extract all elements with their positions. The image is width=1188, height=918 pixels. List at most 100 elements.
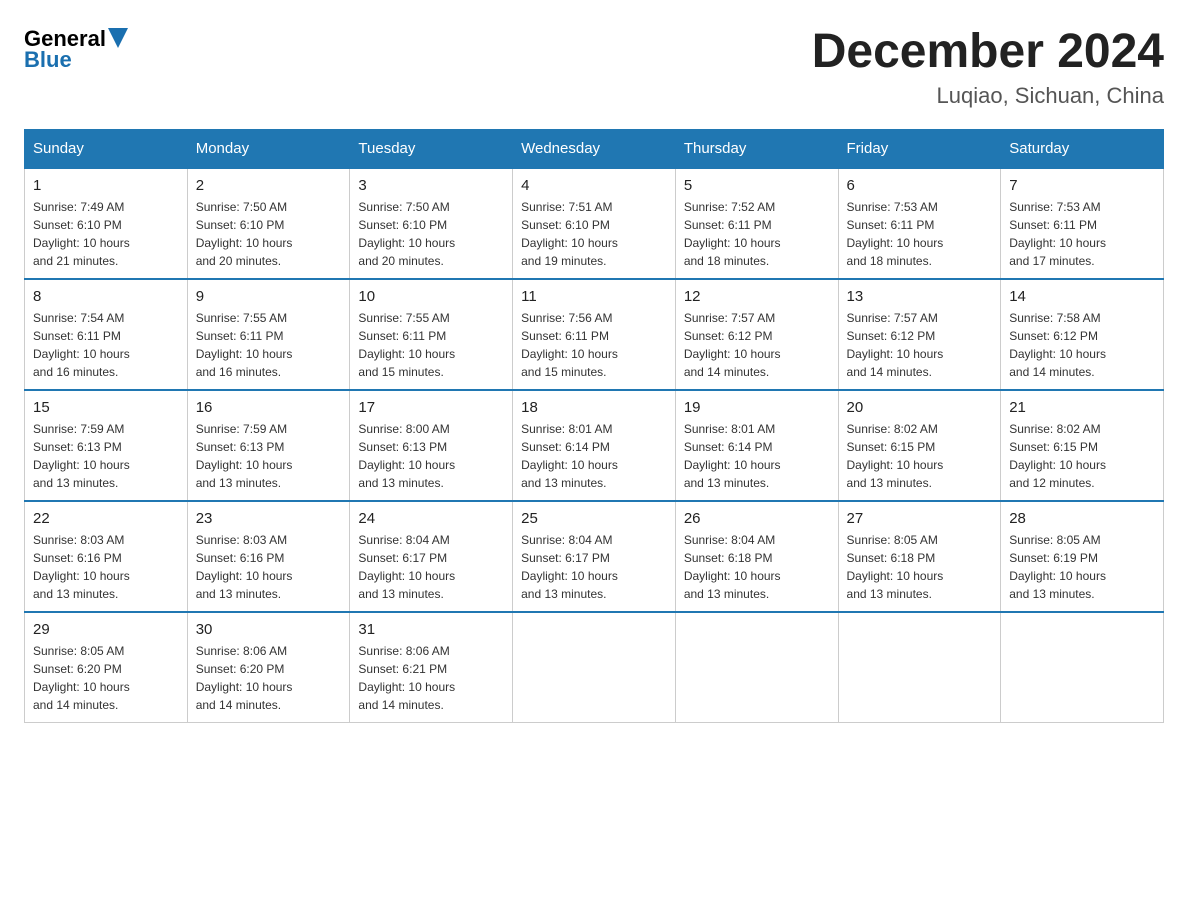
week-row-4: 22 Sunrise: 8:03 AM Sunset: 6:16 PM Dayl…: [25, 501, 1164, 612]
calendar-cell: 27 Sunrise: 8:05 AM Sunset: 6:18 PM Dayl…: [838, 501, 1001, 612]
day-number: 13: [847, 288, 993, 305]
day-info: Sunrise: 7:55 AM Sunset: 6:11 PM Dayligh…: [196, 309, 342, 381]
calendar-cell: [675, 612, 838, 723]
logo-blue: Blue: [24, 47, 72, 73]
day-info: Sunrise: 8:05 AM Sunset: 6:19 PM Dayligh…: [1009, 531, 1155, 603]
calendar-cell: 16 Sunrise: 7:59 AM Sunset: 6:13 PM Dayl…: [187, 390, 350, 501]
calendar-cell: 8 Sunrise: 7:54 AM Sunset: 6:11 PM Dayli…: [25, 279, 188, 390]
calendar-cell: 22 Sunrise: 8:03 AM Sunset: 6:16 PM Dayl…: [25, 501, 188, 612]
week-row-2: 8 Sunrise: 7:54 AM Sunset: 6:11 PM Dayli…: [25, 279, 1164, 390]
calendar-cell: 25 Sunrise: 8:04 AM Sunset: 6:17 PM Dayl…: [513, 501, 676, 612]
calendar-cell: 2 Sunrise: 7:50 AM Sunset: 6:10 PM Dayli…: [187, 168, 350, 279]
day-info: Sunrise: 8:03 AM Sunset: 6:16 PM Dayligh…: [196, 531, 342, 603]
calendar-cell: [513, 612, 676, 723]
calendar-cell: 4 Sunrise: 7:51 AM Sunset: 6:10 PM Dayli…: [513, 168, 676, 279]
week-row-1: 1 Sunrise: 7:49 AM Sunset: 6:10 PM Dayli…: [25, 168, 1164, 279]
day-number: 5: [684, 177, 830, 194]
day-number: 31: [358, 621, 504, 638]
calendar-cell: 3 Sunrise: 7:50 AM Sunset: 6:10 PM Dayli…: [350, 168, 513, 279]
day-number: 23: [196, 510, 342, 527]
day-number: 26: [684, 510, 830, 527]
day-info: Sunrise: 8:05 AM Sunset: 6:20 PM Dayligh…: [33, 642, 179, 714]
calendar-cell: [838, 612, 1001, 723]
day-info: Sunrise: 7:56 AM Sunset: 6:11 PM Dayligh…: [521, 309, 667, 381]
day-info: Sunrise: 8:01 AM Sunset: 6:14 PM Dayligh…: [521, 420, 667, 492]
column-header-wednesday: Wednesday: [513, 130, 676, 169]
week-row-3: 15 Sunrise: 7:59 AM Sunset: 6:13 PM Dayl…: [25, 390, 1164, 501]
calendar-cell: 20 Sunrise: 8:02 AM Sunset: 6:15 PM Dayl…: [838, 390, 1001, 501]
calendar-cell: 15 Sunrise: 7:59 AM Sunset: 6:13 PM Dayl…: [25, 390, 188, 501]
day-info: Sunrise: 7:53 AM Sunset: 6:11 PM Dayligh…: [847, 198, 993, 270]
column-header-sunday: Sunday: [25, 130, 188, 169]
day-number: 28: [1009, 510, 1155, 527]
day-info: Sunrise: 7:55 AM Sunset: 6:11 PM Dayligh…: [358, 309, 504, 381]
calendar-cell: 6 Sunrise: 7:53 AM Sunset: 6:11 PM Dayli…: [838, 168, 1001, 279]
day-info: Sunrise: 8:04 AM Sunset: 6:17 PM Dayligh…: [358, 531, 504, 603]
day-number: 3: [358, 177, 504, 194]
calendar-cell: 5 Sunrise: 7:52 AM Sunset: 6:11 PM Dayli…: [675, 168, 838, 279]
day-info: Sunrise: 7:50 AM Sunset: 6:10 PM Dayligh…: [196, 198, 342, 270]
day-number: 15: [33, 399, 179, 416]
day-number: 4: [521, 177, 667, 194]
day-number: 2: [196, 177, 342, 194]
column-header-saturday: Saturday: [1001, 130, 1164, 169]
day-number: 22: [33, 510, 179, 527]
calendar-cell: 12 Sunrise: 7:57 AM Sunset: 6:12 PM Dayl…: [675, 279, 838, 390]
day-number: 19: [684, 399, 830, 416]
day-number: 11: [521, 288, 667, 305]
title-block: December 2024 Luqiao, Sichuan, China: [812, 24, 1164, 109]
day-info: Sunrise: 7:54 AM Sunset: 6:11 PM Dayligh…: [33, 309, 179, 381]
calendar-cell: 18 Sunrise: 8:01 AM Sunset: 6:14 PM Dayl…: [513, 390, 676, 501]
column-header-friday: Friday: [838, 130, 1001, 169]
day-number: 24: [358, 510, 504, 527]
day-info: Sunrise: 7:49 AM Sunset: 6:10 PM Dayligh…: [33, 198, 179, 270]
day-info: Sunrise: 7:50 AM Sunset: 6:10 PM Dayligh…: [358, 198, 504, 270]
calendar-cell: 29 Sunrise: 8:05 AM Sunset: 6:20 PM Dayl…: [25, 612, 188, 723]
day-info: Sunrise: 7:58 AM Sunset: 6:12 PM Dayligh…: [1009, 309, 1155, 381]
calendar-cell: 1 Sunrise: 7:49 AM Sunset: 6:10 PM Dayli…: [25, 168, 188, 279]
day-info: Sunrise: 8:06 AM Sunset: 6:21 PM Dayligh…: [358, 642, 504, 714]
week-row-5: 29 Sunrise: 8:05 AM Sunset: 6:20 PM Dayl…: [25, 612, 1164, 723]
calendar-cell: 13 Sunrise: 7:57 AM Sunset: 6:12 PM Dayl…: [838, 279, 1001, 390]
day-info: Sunrise: 8:00 AM Sunset: 6:13 PM Dayligh…: [358, 420, 504, 492]
day-info: Sunrise: 7:57 AM Sunset: 6:12 PM Dayligh…: [847, 309, 993, 381]
calendar-cell: 7 Sunrise: 7:53 AM Sunset: 6:11 PM Dayli…: [1001, 168, 1164, 279]
calendar-cell: 11 Sunrise: 7:56 AM Sunset: 6:11 PM Dayl…: [513, 279, 676, 390]
day-number: 20: [847, 399, 993, 416]
day-info: Sunrise: 7:57 AM Sunset: 6:12 PM Dayligh…: [684, 309, 830, 381]
day-info: Sunrise: 7:53 AM Sunset: 6:11 PM Dayligh…: [1009, 198, 1155, 270]
day-number: 30: [196, 621, 342, 638]
calendar-cell: [1001, 612, 1164, 723]
day-number: 8: [33, 288, 179, 305]
day-number: 7: [1009, 177, 1155, 194]
calendar-cell: 30 Sunrise: 8:06 AM Sunset: 6:20 PM Dayl…: [187, 612, 350, 723]
day-info: Sunrise: 8:05 AM Sunset: 6:18 PM Dayligh…: [847, 531, 993, 603]
calendar-table: SundayMondayTuesdayWednesdayThursdayFrid…: [24, 129, 1164, 723]
calendar-cell: 24 Sunrise: 8:04 AM Sunset: 6:17 PM Dayl…: [350, 501, 513, 612]
day-info: Sunrise: 8:04 AM Sunset: 6:17 PM Dayligh…: [521, 531, 667, 603]
calendar-header-row: SundayMondayTuesdayWednesdayThursdayFrid…: [25, 130, 1164, 169]
day-number: 18: [521, 399, 667, 416]
column-header-tuesday: Tuesday: [350, 130, 513, 169]
calendar-cell: 23 Sunrise: 8:03 AM Sunset: 6:16 PM Dayl…: [187, 501, 350, 612]
day-info: Sunrise: 7:52 AM Sunset: 6:11 PM Dayligh…: [684, 198, 830, 270]
calendar-title: December 2024: [812, 24, 1164, 79]
page-header: General Blue December 2024 Luqiao, Sichu…: [24, 24, 1164, 109]
calendar-cell: 9 Sunrise: 7:55 AM Sunset: 6:11 PM Dayli…: [187, 279, 350, 390]
calendar-cell: 21 Sunrise: 8:02 AM Sunset: 6:15 PM Dayl…: [1001, 390, 1164, 501]
day-info: Sunrise: 8:02 AM Sunset: 6:15 PM Dayligh…: [847, 420, 993, 492]
day-number: 27: [847, 510, 993, 527]
day-info: Sunrise: 7:59 AM Sunset: 6:13 PM Dayligh…: [33, 420, 179, 492]
day-number: 25: [521, 510, 667, 527]
day-number: 14: [1009, 288, 1155, 305]
calendar-cell: 28 Sunrise: 8:05 AM Sunset: 6:19 PM Dayl…: [1001, 501, 1164, 612]
day-number: 29: [33, 621, 179, 638]
day-info: Sunrise: 8:04 AM Sunset: 6:18 PM Dayligh…: [684, 531, 830, 603]
logo-triangle-icon: [108, 28, 128, 48]
calendar-cell: 26 Sunrise: 8:04 AM Sunset: 6:18 PM Dayl…: [675, 501, 838, 612]
calendar-cell: 17 Sunrise: 8:00 AM Sunset: 6:13 PM Dayl…: [350, 390, 513, 501]
day-number: 1: [33, 177, 179, 194]
day-number: 17: [358, 399, 504, 416]
calendar-cell: 14 Sunrise: 7:58 AM Sunset: 6:12 PM Dayl…: [1001, 279, 1164, 390]
calendar-cell: 31 Sunrise: 8:06 AM Sunset: 6:21 PM Dayl…: [350, 612, 513, 723]
